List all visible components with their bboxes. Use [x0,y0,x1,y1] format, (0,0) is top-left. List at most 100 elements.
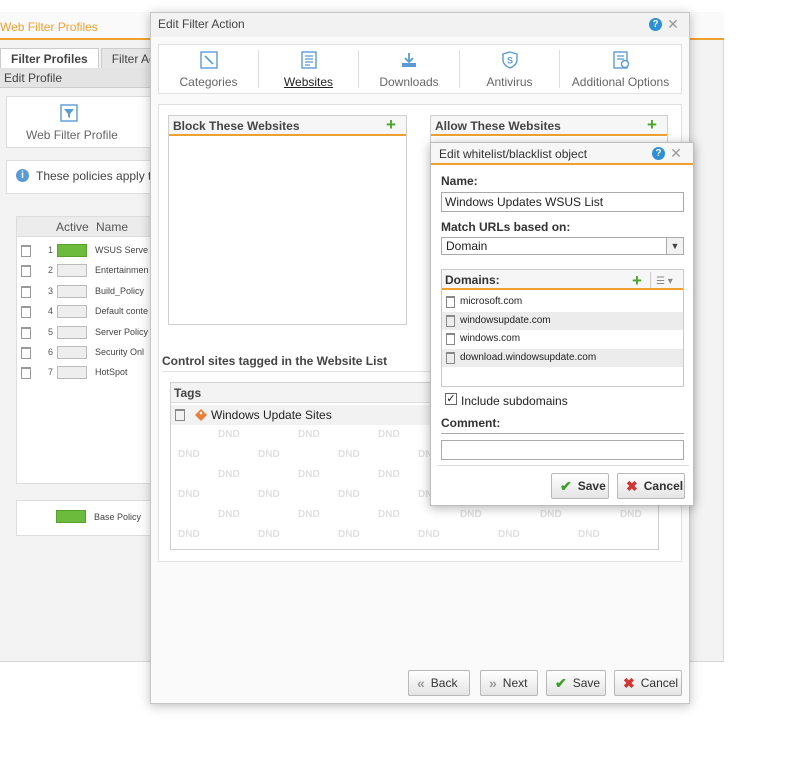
trash-icon[interactable] [21,306,31,319]
column-active[interactable]: Active [56,220,89,234]
active-toggle[interactable] [57,264,87,278]
policy-name: Security Onl [95,347,145,357]
table-row[interactable]: 1 WSUS Serve [17,241,152,261]
dnd-label: DND [498,529,520,540]
domain-row[interactable]: microsoft.com [442,293,683,311]
edit-profile-tab[interactable]: Edit Profile [0,68,150,88]
tab-additional-options[interactable]: Additional Options [560,45,681,93]
tab-filter-profiles[interactable]: Filter Profiles [0,48,99,68]
policy-name: WSUS Serve [95,245,149,255]
chevron-down-icon[interactable]: ▼ [666,238,683,254]
tag-icon [195,409,207,421]
back-chevron-icon: « [417,675,425,691]
trash-icon[interactable] [446,351,455,364]
trash-icon[interactable] [21,245,31,257]
dnd-label: DND [258,449,280,460]
trash-icon[interactable] [446,296,455,308]
table-row[interactable]: 7 HotSpot [17,363,152,383]
add-allow-website-icon[interactable]: + [647,116,657,133]
dnd-label: DND [178,449,200,460]
cancel-button[interactable]: ✖ Cancel [614,670,682,696]
background-window-title: Web Filter Profiles [0,20,98,34]
trash-icon[interactable] [21,265,31,278]
add-domain-icon[interactable]: + [632,272,642,289]
match-urls-select[interactable]: Domain [441,237,684,255]
close-icon[interactable]: ✕ [670,146,682,160]
table-row[interactable]: 6 Security Onl [17,343,152,363]
tab-websites[interactable]: Websites [259,45,358,93]
dnd-label: DND [178,529,200,540]
tab-label: Antivirus [486,75,533,89]
active-toggle[interactable] [57,244,87,257]
domain-text: microsoft.com [460,296,523,307]
tab-antivirus[interactable]: S Antivirus [460,45,559,93]
tab-label: Websites [283,75,334,89]
check-icon: ✔ [560,478,572,494]
subdialog-save-button[interactable]: ✔ Save [551,473,609,499]
active-toggle[interactable] [57,366,87,380]
trash-icon[interactable] [175,409,185,421]
dnd-label: DND [298,469,320,480]
filter-icon [60,104,78,122]
domain-row[interactable]: windows.com [442,330,683,348]
match-urls-value: Domain [446,239,488,253]
active-toggle[interactable] [57,305,87,319]
x-icon: ✖ [623,675,635,691]
active-toggle[interactable] [57,284,87,298]
dnd-label: DND [218,509,240,520]
dnd-label: DND [218,429,240,440]
table-row[interactable]: 3 Build_Policy [17,282,152,302]
trash-icon[interactable] [21,367,31,380]
downloads-icon [402,53,416,67]
save-button[interactable]: ✔ Save [546,670,606,696]
allow-websites-header: Allow These Websites [431,116,667,136]
dnd-label: DND [378,469,400,480]
dnd-label: DND [620,509,642,520]
trash-icon[interactable] [446,314,455,327]
comment-input[interactable] [441,440,684,460]
control-sites-title: Control sites tagged in the Website List [162,354,388,368]
row-number: 3 [47,285,53,296]
tab-downloads[interactable]: Downloads [359,45,459,93]
block-websites-header: Block These Websites [169,116,406,136]
name-input[interactable] [441,192,684,212]
next-chevron-icon: » [489,675,497,691]
row-number: 2 [47,265,53,276]
active-toggle[interactable] [57,346,87,359]
help-icon[interactable]: ? [649,18,662,31]
active-toggle[interactable] [57,325,87,339]
match-urls-label: Match URLs based on: [441,220,571,234]
domain-row[interactable]: download.windowsupdate.com [442,348,683,367]
dnd-label: DND [218,469,240,480]
check-icon: ✔ [555,675,567,691]
column-name[interactable]: Name [96,220,128,234]
table-row[interactable]: 4 Default conte [17,302,152,322]
trash-icon[interactable] [21,347,31,359]
antivirus-icon: S [501,51,518,69]
domain-row[interactable]: windowsupdate.com [442,311,683,330]
policies-note-text: These policies apply to [36,169,150,183]
dnd-label: DND [258,489,280,500]
close-icon[interactable]: ✕ [667,17,679,31]
name-label: Name: [441,174,478,188]
table-row[interactable]: 5 Server Policy [17,323,152,343]
next-button[interactable]: » Next [480,670,538,696]
save-label: Save [572,676,601,690]
add-block-website-icon[interactable]: + [386,116,396,133]
dnd-label: DND [298,429,320,440]
base-policy-lock-toggle [56,510,86,523]
include-subdomains-checkbox[interactable]: ✓ [445,393,457,405]
back-button[interactable]: « Back [408,670,470,696]
block-websites-list[interactable] [168,115,407,325]
table-row[interactable]: 2 Entertainmen [17,261,152,281]
list-menu-icon[interactable]: ☰ ▾ [656,276,673,287]
domain-text: download.windowsupdate.com [460,351,597,363]
trash-icon[interactable] [446,333,455,345]
trash-icon[interactable] [21,285,31,298]
trash-icon[interactable] [21,326,31,339]
tab-categories[interactable]: Categories [159,45,258,93]
subdialog-cancel-button[interactable]: ✖ Cancel [617,473,685,499]
x-icon: ✖ [626,478,638,494]
dnd-label: DND [378,429,400,440]
help-icon[interactable]: ? [652,147,665,160]
